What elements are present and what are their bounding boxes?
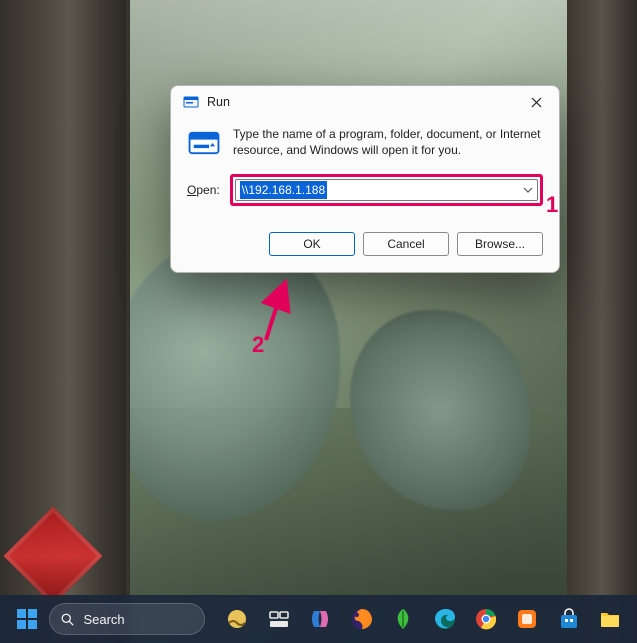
open-combobox[interactable]: \\192.168.1.188 bbox=[235, 179, 538, 201]
dialog-titlebar[interactable]: Run bbox=[171, 86, 559, 118]
store-icon bbox=[557, 607, 581, 631]
edge-icon bbox=[433, 607, 457, 631]
copilot-icon bbox=[308, 607, 332, 631]
dialog-body: Type the name of a program, folder, docu… bbox=[171, 118, 559, 222]
dialog-button-row: OK Cancel Browse... bbox=[171, 222, 559, 272]
taskbar-search[interactable]: Search bbox=[49, 603, 204, 635]
wallpaper-tree-trunk bbox=[567, 0, 637, 643]
dialog-description: Type the name of a program, folder, docu… bbox=[233, 126, 543, 158]
cancel-button[interactable]: Cancel bbox=[363, 232, 449, 256]
folder-icon bbox=[598, 607, 622, 631]
widgets-icon bbox=[225, 607, 249, 631]
annotation-highlight-box: \\192.168.1.188 bbox=[230, 174, 543, 206]
ok-button[interactable]: OK bbox=[269, 232, 355, 256]
annotation-step-2: 2 bbox=[252, 332, 264, 358]
taskbar-copilot[interactable] bbox=[301, 599, 338, 639]
taskbar-edge[interactable] bbox=[426, 599, 463, 639]
taskbar-app-orange[interactable] bbox=[509, 599, 546, 639]
run-dialog: Run Type the name of a program, folder, … bbox=[170, 85, 560, 273]
taskbar-coccoc[interactable] bbox=[384, 599, 421, 639]
search-icon bbox=[60, 612, 75, 627]
windows-logo-icon bbox=[15, 607, 39, 631]
taskbar: Search bbox=[0, 595, 637, 643]
start-button[interactable] bbox=[8, 599, 45, 639]
taskbar-firefox[interactable] bbox=[343, 599, 380, 639]
annotation-step-1: 1 bbox=[546, 192, 558, 218]
run-icon bbox=[183, 94, 199, 110]
close-icon bbox=[531, 97, 542, 108]
close-button[interactable] bbox=[519, 89, 553, 115]
taskbar-task-view[interactable] bbox=[260, 599, 297, 639]
chrome-icon bbox=[474, 607, 498, 631]
search-placeholder: Search bbox=[83, 612, 124, 627]
taskbar-chrome[interactable] bbox=[467, 599, 504, 639]
open-label: Open: bbox=[187, 183, 220, 197]
chevron-down-icon[interactable] bbox=[523, 185, 533, 195]
run-large-icon bbox=[187, 126, 221, 160]
firefox-icon bbox=[350, 607, 374, 631]
taskbar-widgets[interactable] bbox=[219, 599, 256, 639]
leaf-icon bbox=[391, 607, 415, 631]
app-square-icon bbox=[515, 607, 539, 631]
browse-button[interactable]: Browse... bbox=[457, 232, 543, 256]
dialog-title: Run bbox=[207, 95, 519, 109]
task-view-icon bbox=[267, 607, 291, 631]
open-input-value: \\192.168.1.188 bbox=[240, 181, 327, 199]
taskbar-store[interactable] bbox=[550, 599, 587, 639]
taskbar-explorer[interactable] bbox=[592, 599, 629, 639]
